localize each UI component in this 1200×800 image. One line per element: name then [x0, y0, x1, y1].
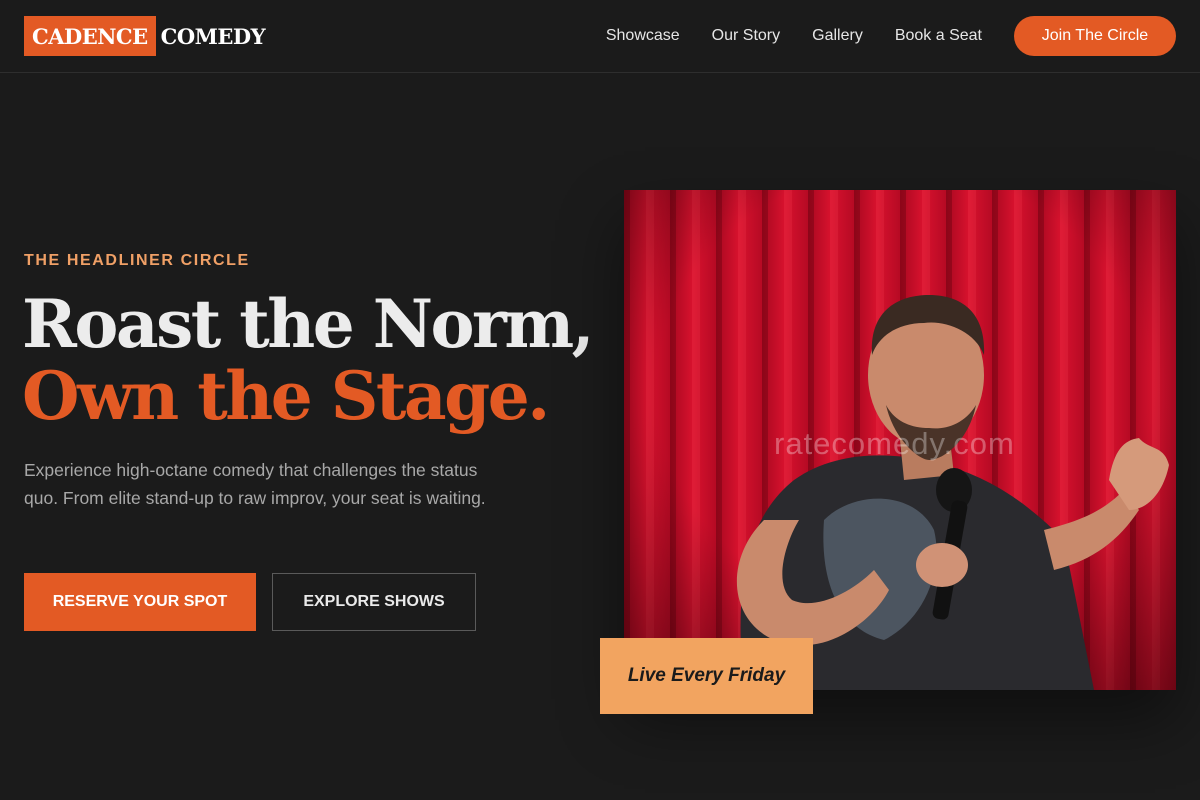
nav-link-our-story[interactable]: Our Story — [712, 24, 780, 48]
headline-line-1: Roast the Norm, — [22, 285, 595, 363]
reserve-spot-button[interactable]: RESERVE YOUR SPOT — [24, 573, 256, 631]
hero-description: Experience high-octane comedy that chall… — [24, 460, 486, 508]
nav-link-book-a-seat[interactable]: Book a Seat — [895, 24, 982, 48]
nav-link-showcase[interactable]: Showcase — [606, 24, 680, 48]
hero-eyebrow: THE HEADLINER CIRCLE — [24, 252, 250, 269]
hero-photo: ratecomedy.com — [624, 190, 1176, 690]
join-circle-button[interactable]: Join The Circle — [1014, 16, 1176, 56]
headline-line-2: Own the Stage. — [22, 357, 550, 435]
site-header: CADENCE COMEDY Showcase Our Story Galler… — [0, 0, 1200, 73]
hero-headline: Roast the Norm, Own the Stage. — [22, 285, 595, 435]
main-nav: Showcase Our Story Gallery Book a Seat — [606, 24, 982, 48]
nav-link-gallery[interactable]: Gallery — [812, 24, 863, 48]
live-every-friday-badge: Live Every Friday — [600, 638, 813, 714]
logo-box-text: CADENCE — [24, 16, 156, 56]
logo[interactable]: CADENCE COMEDY — [24, 16, 266, 56]
logo-text: COMEDY — [160, 23, 266, 49]
image-watermark: ratecomedy.com — [774, 426, 1015, 461]
explore-shows-button[interactable]: EXPLORE SHOWS — [272, 573, 476, 631]
